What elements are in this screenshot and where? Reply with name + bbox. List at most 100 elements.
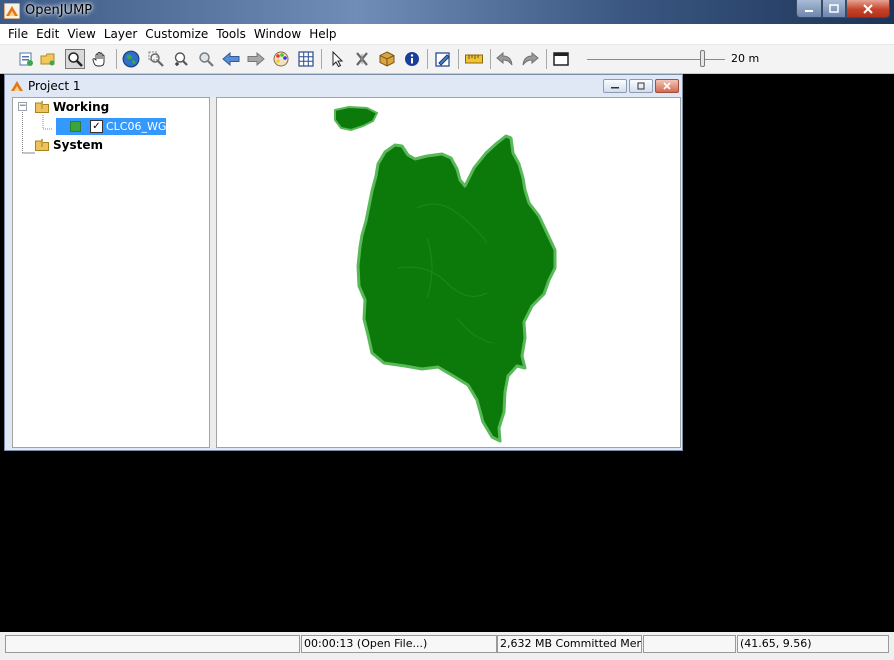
new-window-button[interactable] [551, 49, 571, 69]
project-minimize-button[interactable] [603, 79, 627, 93]
delete-tool-button[interactable] [352, 49, 372, 69]
toolbar-separator [458, 49, 459, 69]
openjump-logo-icon [4, 3, 20, 19]
openjump-logo-icon [11, 81, 23, 91]
status-blank [643, 635, 736, 653]
tree-category-system[interactable]: System [35, 136, 103, 153]
pan-tool-icon [92, 52, 105, 67]
zoom-to-layer-button[interactable] [196, 49, 216, 69]
zoom-in-button[interactable] [171, 49, 191, 69]
toolbar-separator [116, 49, 117, 69]
status-coordinates: (41.65, 9.56) [737, 635, 889, 653]
status-memory: 2,632 MB Committed Memory [497, 635, 642, 653]
delete-tool-icon [356, 52, 368, 66]
redo-icon [522, 52, 539, 66]
menu-customize[interactable]: Customize [141, 24, 212, 44]
menu-bar: File Edit View Layer Customize Tools Win… [0, 24, 894, 45]
main-toolbar: 20 m [0, 45, 894, 74]
tree-category-working[interactable]: Working [35, 98, 109, 115]
edit-toolbox-button[interactable] [433, 49, 453, 69]
redo-button[interactable] [520, 49, 540, 69]
color-palette-button[interactable] [271, 49, 291, 69]
app-frame: File Edit View Layer Customize Tools Win… [0, 24, 894, 660]
map-view[interactable] [216, 97, 681, 448]
info-button[interactable] [402, 49, 422, 69]
map-island-polygon[interactable] [334, 105, 379, 132]
zoom-to-full-extent-icon [122, 50, 140, 68]
undo-icon [496, 52, 513, 66]
close-icon [863, 3, 873, 14]
select-tool-button[interactable] [327, 49, 347, 69]
scale-label: 20 m [731, 52, 760, 65]
layer-visibility-checkbox[interactable]: ✓ [90, 120, 103, 133]
menu-layer[interactable]: Layer [100, 24, 141, 44]
menu-window[interactable]: Window [250, 24, 305, 44]
close-button[interactable] [846, 0, 890, 18]
zoom-to-layer-icon [199, 52, 214, 67]
zoom-slider-thumb[interactable] [700, 50, 705, 67]
project-window: Project 1 − Working ✓ CLC06_WGS System [4, 74, 683, 451]
zoom-next-icon [247, 52, 265, 66]
zoom-next-button[interactable] [246, 49, 266, 69]
open-file-button[interactable] [38, 49, 58, 69]
folder-icon [35, 100, 49, 113]
working-collapse-toggle[interactable]: − [18, 102, 27, 111]
zoom-tool-button[interactable] [65, 49, 85, 69]
status-message [5, 635, 300, 653]
zoom-to-selected-button[interactable] [146, 49, 166, 69]
new-project-icon [19, 52, 33, 66]
window-title: OpenJUMP [25, 3, 93, 18]
toolbar-separator [321, 49, 322, 69]
feature-box-icon [379, 51, 395, 67]
info-icon [405, 52, 419, 66]
maximize-icon [829, 4, 839, 13]
menu-file[interactable]: File [0, 24, 32, 44]
toolbar-separator [490, 49, 491, 69]
menu-edit[interactable]: Edit [32, 24, 63, 44]
tree-category-label: Working [53, 99, 110, 114]
project-maximize-button[interactable] [629, 79, 653, 93]
menu-help[interactable]: Help [305, 24, 340, 44]
zoom-to-selected-icon [148, 51, 164, 67]
menu-view[interactable]: View [63, 24, 99, 44]
map-canvas[interactable] [217, 98, 680, 447]
color-palette-icon [273, 51, 289, 67]
feature-box-button[interactable] [377, 49, 397, 69]
layer-style-swatch [70, 121, 81, 132]
folder-icon [35, 138, 49, 151]
zoom-previous-button[interactable] [221, 49, 241, 69]
measure-ruler-button[interactable] [464, 49, 484, 69]
project-title: Project 1 [28, 79, 81, 93]
maximize-icon [637, 82, 645, 90]
undo-button[interactable] [495, 49, 515, 69]
menu-tools[interactable]: Tools [212, 24, 250, 44]
zoom-tool-icon [68, 52, 83, 67]
layer-item-clc06-wgs[interactable]: ✓ CLC06_WGS [56, 118, 173, 135]
status-bar: 00:00:13 (Open File...) 2,632 MB Committ… [0, 632, 894, 660]
open-file-icon [40, 53, 55, 66]
minimize-icon [611, 87, 619, 89]
pan-tool-button[interactable] [90, 49, 110, 69]
minimize-icon [805, 9, 813, 12]
layer-tree: − Working ✓ CLC06_WGS System [12, 97, 210, 448]
zoom-in-icon [174, 52, 188, 66]
project-close-button[interactable] [655, 79, 679, 93]
grid-button[interactable] [296, 49, 316, 69]
grid-icon [298, 51, 314, 67]
new-project-button[interactable] [16, 49, 36, 69]
close-icon [663, 82, 671, 90]
zoom-previous-icon [222, 52, 240, 66]
select-tool-icon [332, 51, 344, 67]
measure-ruler-icon [465, 54, 483, 64]
map-region-polygon[interactable] [356, 134, 557, 443]
maximize-button[interactable] [822, 0, 846, 18]
status-time: 00:00:13 (Open File...) [301, 635, 497, 653]
tree-category-label: System [53, 137, 103, 152]
new-window-icon [553, 52, 569, 66]
window-titlebar[interactable]: OpenJUMP [0, 0, 894, 23]
minimize-button[interactable] [796, 0, 822, 18]
layer-label: CLC06_WGS [106, 120, 174, 133]
toolbar-separator [546, 49, 547, 69]
zoom-to-full-extent-button[interactable] [121, 49, 141, 69]
toolbar-separator [427, 49, 428, 69]
